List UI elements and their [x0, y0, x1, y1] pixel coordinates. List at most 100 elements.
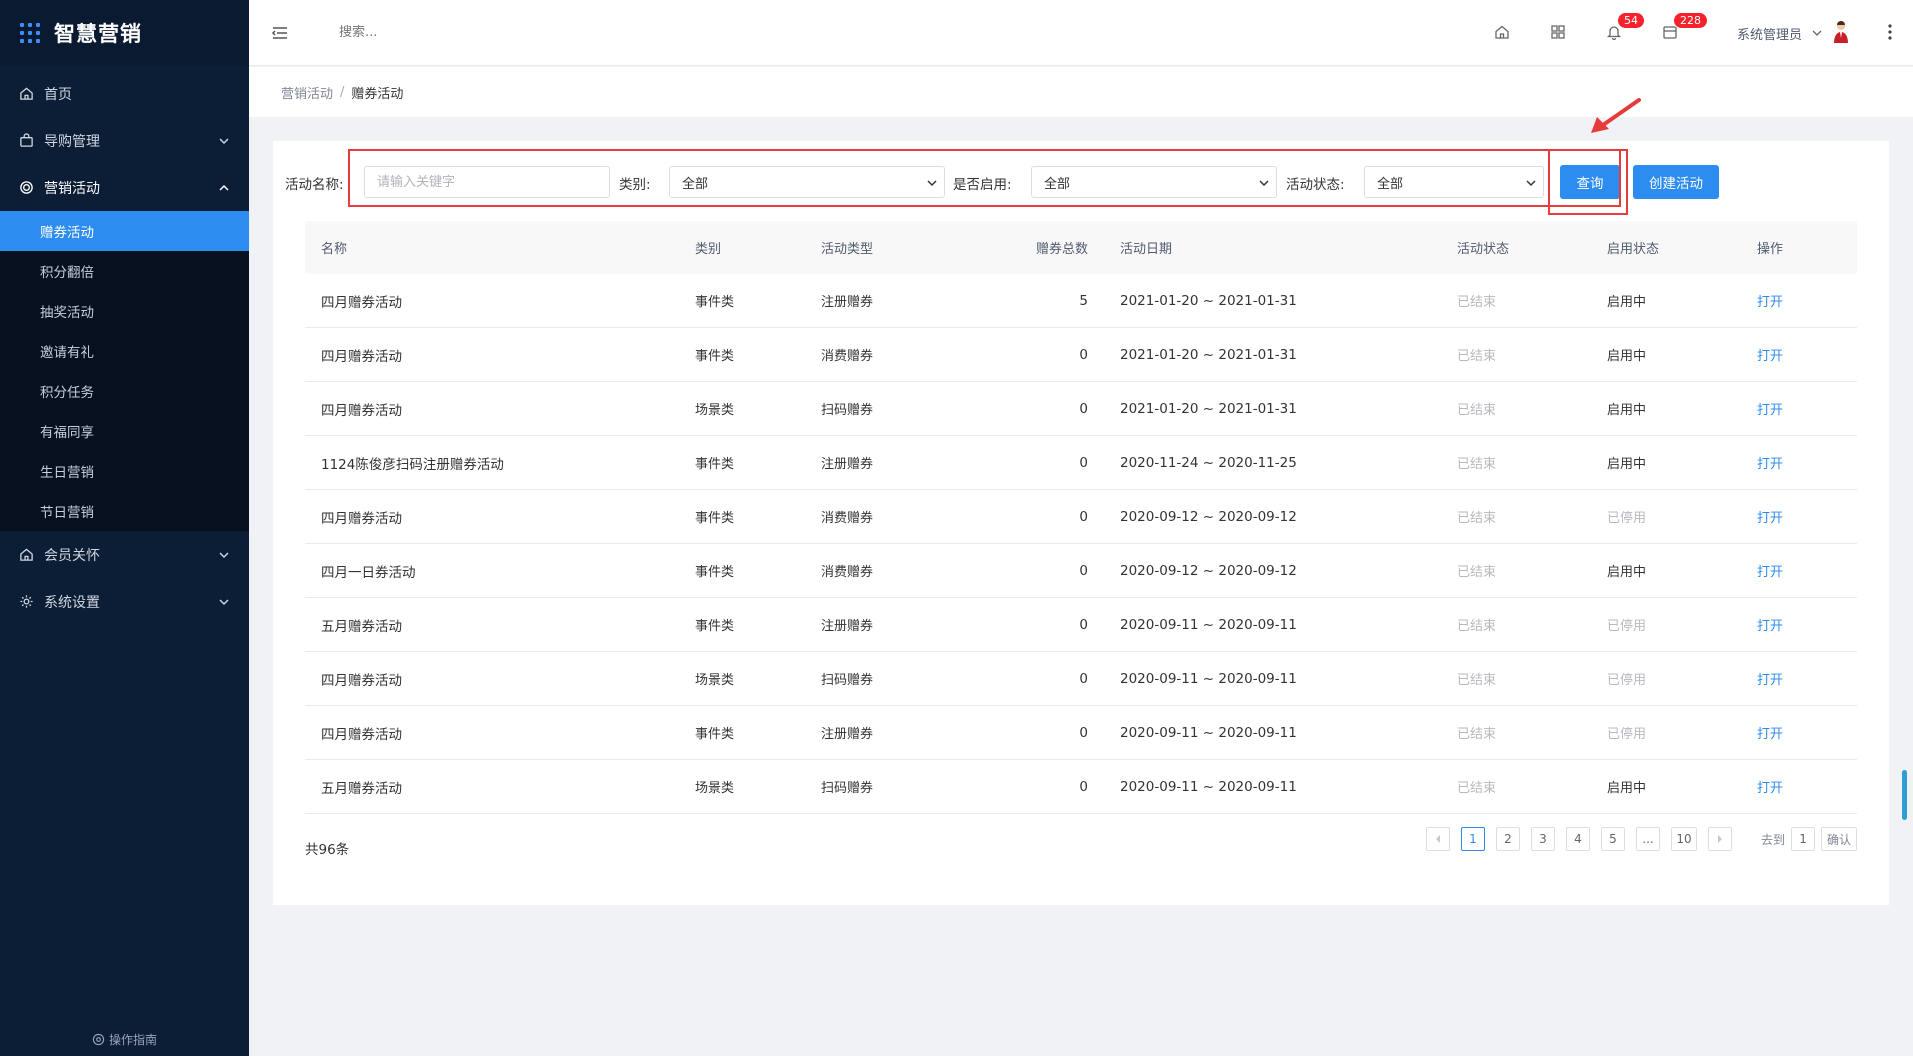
chevron-down-icon [219, 137, 229, 144]
search-input[interactable] [339, 25, 539, 40]
row-open-link[interactable]: 打开 [1757, 619, 1783, 634]
message-badge: 228 [1673, 12, 1708, 29]
more-vertical-icon[interactable] [1887, 22, 1893, 42]
page-button[interactable]: 2 [1496, 827, 1520, 851]
row-name: 1124陈俊彦扫码注册赠券活动 [321, 456, 504, 473]
next-page-button[interactable] [1708, 827, 1732, 851]
create-activity-button[interactable]: 创建活动 [1633, 165, 1719, 199]
page-button[interactable]: 3 [1531, 827, 1555, 851]
sidebar-subitem-lottery[interactable]: 抽奖活动 [0, 291, 249, 331]
chevron-down-icon [927, 180, 937, 187]
status-select-value: 全部 [1377, 176, 1404, 192]
row-total: 0 [1079, 400, 1088, 417]
sidebar-subitem-invite[interactable]: 邀请有礼 [0, 331, 249, 371]
row-open-link[interactable]: 打开 [1757, 565, 1783, 580]
row-open-link[interactable]: 打开 [1757, 727, 1783, 742]
page-ellipsis[interactable]: ... [1636, 827, 1660, 851]
sidebar-item-member-care[interactable]: 会员关怀 [0, 531, 249, 578]
logo[interactable]: 智慧营销 [0, 0, 249, 66]
row-open-link[interactable]: 打开 [1757, 511, 1783, 526]
category-select-value: 全部 [682, 176, 709, 192]
table-row: 四月赠券活动 事件类 消费赠券 0 2021-01-20 ~ 2021-01-3… [305, 328, 1857, 382]
row-open-link[interactable]: 打开 [1757, 295, 1783, 310]
sidebar-item-settings[interactable]: 系统设置 [0, 578, 249, 625]
table-row: 四月赠券活动 事件类 消费赠券 0 2020-09-12 ~ 2020-09-1… [305, 490, 1857, 544]
sidebar-subitem-birthday[interactable]: 生日营销 [0, 451, 249, 491]
breadcrumb-parent[interactable]: 营销活动 [281, 83, 333, 102]
apps-icon[interactable] [1549, 23, 1567, 41]
col-category: 类别 [695, 242, 722, 257]
row-type: 消费赠券 [821, 511, 874, 526]
row-name: 四月赠券活动 [321, 402, 402, 419]
row-type: 消费赠券 [821, 565, 874, 580]
activity-name-label: 活动名称: [285, 177, 344, 193]
sidebar-subitem-coupon-activity[interactable]: 赠券活动 [0, 211, 249, 251]
sidebar-item-label: 会员关怀 [44, 547, 100, 564]
activity-table: 名称 类别 活动类型 赠券总数 活动日期 活动状态 启用状态 操作 四月赠券活动… [305, 221, 1857, 814]
status-select[interactable]: 全部 [1364, 166, 1544, 198]
sidebar-subitem-points-double[interactable]: 积分翻倍 [0, 251, 249, 291]
pagination: 1 2 3 4 5 ... 10 [1426, 827, 1732, 851]
row-category: 场景类 [695, 403, 735, 418]
table-row: 五月赠券活动 事件类 注册赠券 0 2020-09-11 ~ 2020-09-1… [305, 598, 1857, 652]
sidebar: 智慧营销 首页 导购管理 营销活动 赠券活动 积分翻倍 抽奖活动 邀请有礼 积分… [0, 0, 249, 1056]
row-enabled: 已停用 [1607, 619, 1647, 634]
goto-label: 去到 [1761, 832, 1786, 847]
row-enabled: 启用中 [1607, 295, 1647, 310]
breadcrumb-separator: / [340, 84, 345, 100]
goto-page-input[interactable] [1791, 827, 1816, 851]
col-type: 活动类型 [821, 242, 874, 257]
row-open-link[interactable]: 打开 [1757, 457, 1783, 472]
table-row: 四月赠券活动 事件类 注册赠券 0 2020-09-11 ~ 2020-09-1… [305, 706, 1857, 760]
sidebar-nav: 首页 导购管理 营销活动 [0, 70, 249, 211]
row-open-link[interactable]: 打开 [1757, 781, 1783, 796]
row-total: 0 [1079, 562, 1088, 579]
scrollbar-thumb[interactable] [1902, 770, 1907, 820]
row-open-link[interactable]: 打开 [1757, 349, 1783, 364]
sidebar-subitem-holiday[interactable]: 节日营销 [0, 491, 249, 531]
row-type: 注册赠券 [821, 295, 874, 310]
goto-confirm-button[interactable]: 确认 [1821, 827, 1858, 851]
row-category: 事件类 [695, 619, 735, 634]
row-date: 2020-09-12 ~ 2020-09-12 [1120, 508, 1297, 525]
row-date: 2021-01-20 ~ 2021-01-31 [1120, 346, 1297, 363]
avatar[interactable] [1832, 20, 1850, 44]
submenu-marketing: 赠券活动 积分翻倍 抽奖活动 邀请有礼 积分任务 有福同享 生日营销 节日营销 [0, 211, 249, 531]
row-enabled: 已停用 [1607, 511, 1647, 526]
row-enabled: 启用中 [1607, 349, 1647, 364]
chevron-down-icon [219, 598, 229, 605]
row-type: 注册赠券 [821, 457, 874, 472]
sidebar-item-home[interactable]: 首页 [0, 70, 249, 117]
page-button[interactable]: 5 [1601, 827, 1625, 851]
row-open-link[interactable]: 打开 [1757, 673, 1783, 688]
chevron-down-icon[interactable] [1811, 27, 1823, 39]
sidebar-item-marketing[interactable]: 营销活动 [0, 164, 249, 211]
sidebar-item-label: 导购管理 [44, 133, 100, 150]
sidebar-item-label: 系统设置 [44, 594, 100, 611]
row-total: 0 [1079, 508, 1088, 525]
home-icon[interactable] [1493, 23, 1511, 41]
prev-page-button[interactable] [1426, 827, 1450, 851]
chevron-down-icon [219, 551, 229, 558]
sidebar-subitem-points-task[interactable]: 积分任务 [0, 371, 249, 411]
table-row: 五月赠券活动 场景类 扫码赠券 0 2020-09-11 ~ 2020-09-1… [305, 760, 1857, 814]
activity-name-input[interactable] [364, 166, 610, 198]
chevron-down-icon [1526, 180, 1536, 187]
user-name[interactable]: 系统管理员 [1737, 24, 1802, 43]
query-button[interactable]: 查询 [1560, 165, 1620, 199]
page-button[interactable]: 1 [1461, 827, 1485, 851]
page-button[interactable]: 10 [1671, 827, 1697, 851]
page-button[interactable]: 4 [1566, 827, 1590, 851]
operation-guide-link[interactable]: 操作指南 [0, 1031, 249, 1048]
sidebar-subitem-share[interactable]: 有福同享 [0, 411, 249, 451]
menu-collapse-icon[interactable] [271, 24, 289, 42]
row-date: 2020-11-24 ~ 2020-11-25 [1120, 454, 1297, 471]
sidebar-item-guide-management[interactable]: 导购管理 [0, 117, 249, 164]
table-row: 1124陈俊彦扫码注册赠券活动 事件类 注册赠券 0 2020-11-24 ~ … [305, 436, 1857, 490]
breadcrumb: 营销活动 / 赠券活动 [249, 67, 1913, 117]
breadcrumb-current: 赠券活动 [351, 86, 404, 102]
category-select[interactable]: 全部 [669, 166, 945, 198]
row-name: 四月赠券活动 [321, 294, 402, 311]
enabled-select[interactable]: 全部 [1031, 166, 1277, 198]
row-open-link[interactable]: 打开 [1757, 403, 1783, 418]
